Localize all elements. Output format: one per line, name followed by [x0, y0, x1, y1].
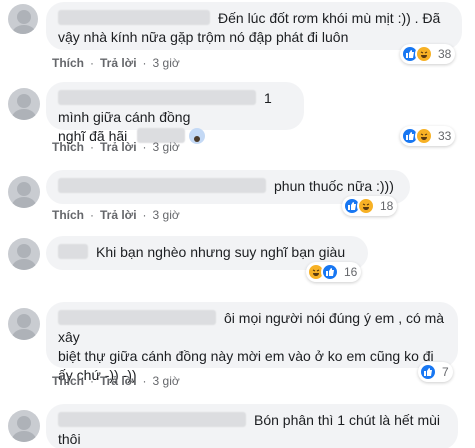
comment-bubble: ôi mọi người nói đúng ý em , có mà xây b…: [46, 302, 458, 383]
reaction-summary[interactable]: 7: [418, 362, 453, 382]
reaction-summary[interactable]: 16: [306, 262, 362, 282]
like-link[interactable]: Thích: [52, 140, 84, 154]
reaction-count: 33: [438, 129, 452, 143]
like-reaction-icon: [321, 263, 339, 281]
comment-bubble: Bón phân thì 1 chút là hết mùi thôi: [46, 404, 458, 448]
timestamp[interactable]: 3 giờ: [153, 140, 180, 154]
reaction-count: 16: [344, 265, 358, 279]
author-name-blurred[interactable]: [58, 178, 266, 193]
avatar[interactable]: [8, 238, 40, 270]
comment-text-line: Khi bạn nghèo nhưng suy nghĩ bạn giàu: [96, 244, 346, 260]
like-reaction-icon: [419, 363, 437, 381]
haha-reaction-icon: [357, 197, 375, 215]
haha-reaction-icon: [415, 127, 433, 145]
reply-link[interactable]: Trả lời: [100, 374, 137, 388]
avatar[interactable]: [8, 4, 38, 34]
author-name-blurred[interactable]: [58, 412, 246, 427]
avatar[interactable]: [8, 88, 40, 120]
reply-link[interactable]: Trả lời: [100, 208, 137, 222]
comment-bubble: 1 mình giữa cánh đồng nghĩ đã hãi: [46, 82, 304, 144]
like-link[interactable]: Thích: [52, 208, 84, 222]
haha-reaction-icon: [415, 45, 433, 63]
comment-text-line: phun thuốc nữa :))): [274, 178, 394, 194]
avatar[interactable]: [8, 176, 40, 208]
comment-actions: Thích · Trả lời · 3 giờ: [52, 208, 180, 222]
timestamp[interactable]: 3 giờ: [153, 208, 180, 222]
comment-text-line: biệt thự giữa cánh đồng này mời em vào ở…: [58, 348, 434, 364]
reaction-summary[interactable]: 38: [400, 44, 456, 64]
scared-face-icon: [189, 128, 206, 144]
reply-link[interactable]: Trả lời: [100, 56, 137, 70]
author-name-blurred[interactable]: [58, 90, 256, 105]
comment-actions: Thích · Trả lời · 3 giờ: [52, 140, 180, 154]
comment-text-line: vậy nhà kính nữa gặp trộm nó đập phát đi…: [58, 29, 349, 45]
timestamp[interactable]: 3 giờ: [153, 56, 180, 70]
author-name-blurred[interactable]: [58, 310, 216, 325]
comment-actions: Thích · Trả lời · 3 giờ: [52, 374, 180, 388]
comment-actions: Thích · Trả lời · 3 giờ: [52, 56, 180, 70]
reply-link[interactable]: Trả lời: [100, 140, 137, 154]
reaction-count: 7: [442, 365, 449, 379]
avatar[interactable]: [8, 410, 40, 442]
comment-text-line: thôi: [58, 431, 81, 447]
timestamp[interactable]: 3 giờ: [153, 374, 180, 388]
comment-text-line: Đến lúc đốt rơm khói mù mịt :)) . Đã: [218, 10, 441, 26]
reaction-summary[interactable]: 18: [342, 196, 398, 216]
reaction-summary[interactable]: 33: [400, 126, 456, 146]
reaction-count: 18: [380, 199, 394, 213]
author-name-blurred[interactable]: [58, 10, 210, 25]
reaction-count: 38: [438, 47, 452, 61]
comment-bubble: Đến lúc đốt rơm khói mù mịt :)) . Đã vậy…: [46, 2, 462, 50]
comment-text-line: Bón phân thì 1 chút là hết mùi: [254, 412, 441, 428]
avatar[interactable]: [8, 308, 40, 340]
like-link[interactable]: Thích: [52, 374, 84, 388]
author-name-blurred[interactable]: [58, 244, 88, 259]
like-link[interactable]: Thích: [52, 56, 84, 70]
